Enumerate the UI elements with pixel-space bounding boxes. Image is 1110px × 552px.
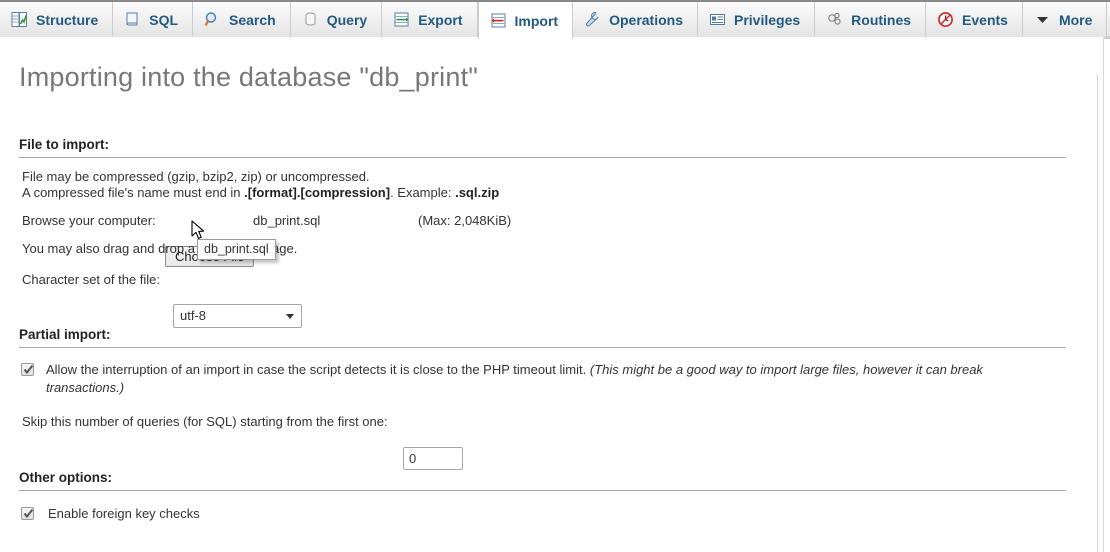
- import-content: Importing into the database "db_print" F…: [0, 37, 1104, 552]
- tab-import-label: Import: [514, 12, 559, 29]
- tab-search[interactable]: Search: [193, 2, 291, 37]
- file-section-divider: [19, 157, 1066, 158]
- tab-events-label: Events: [962, 11, 1008, 28]
- tab-operations[interactable]: Operations: [573, 2, 698, 37]
- tab-routines-label: Routines: [851, 11, 912, 28]
- tab-more[interactable]: More: [1022, 2, 1108, 37]
- charset-select-value: utf-8: [180, 308, 207, 323]
- operations-icon: [584, 11, 601, 28]
- structure-icon: [11, 11, 28, 28]
- note2-part-a: A compressed file's name must end in: [22, 185, 245, 200]
- import-icon: [490, 12, 507, 29]
- tab-routines[interactable]: Routines: [815, 2, 927, 37]
- routines-icon: [826, 11, 843, 28]
- query-icon: [302, 11, 319, 28]
- tab-more-label: More: [1058, 11, 1093, 28]
- page-right-edge: [1097, 74, 1098, 552]
- tab-operations-label: Operations: [609, 11, 683, 28]
- foreign-key-checks-checkbox[interactable]: [21, 507, 34, 520]
- tab-search-label: Search: [229, 11, 276, 28]
- tab-structure-label: Structure: [36, 11, 99, 28]
- tab-export-label: Export: [418, 11, 463, 28]
- compression-note-line1: File may be compressed (gzip, bzip2, zip…: [22, 169, 370, 184]
- page-title: Importing into the database "db_print": [19, 62, 479, 92]
- other-section-divider: [19, 490, 1066, 491]
- allow-interrupt-checkbox[interactable]: [21, 363, 34, 376]
- dragdrop-hint-after: age.: [272, 241, 298, 256]
- other-options-legend: Other options:: [19, 470, 112, 485]
- checkmark-icon: [23, 508, 34, 519]
- sql-icon: [124, 11, 141, 28]
- browse-label: Browse your computer:: [22, 213, 156, 228]
- allow-interrupt-label: Allow the interruption of an import in c…: [46, 362, 587, 377]
- main-tab-bar: Structure SQL Search Query Export Import…: [0, 0, 1110, 39]
- partial-import-legend: Partial import:: [19, 327, 111, 342]
- file-to-import-legend: File to import:: [19, 137, 109, 152]
- charset-select[interactable]: utf-8: [173, 304, 302, 328]
- skip-queries-input[interactable]: [403, 447, 463, 470]
- tab-events[interactable]: Events: [926, 2, 1023, 37]
- foreign-key-checks-label: Enable foreign key checks: [48, 506, 200, 521]
- chevron-down-icon: [1034, 11, 1051, 28]
- compression-note-line2: A compressed file's name must end in .[f…: [22, 185, 499, 200]
- note2-example-token: .sql.zip: [455, 185, 500, 200]
- tab-export[interactable]: Export: [382, 2, 478, 37]
- max-upload-size: (Max: 2,048KiB): [418, 213, 512, 228]
- skip-queries-label: Skip this number of queries (for SQL) st…: [22, 414, 388, 429]
- search-icon: [204, 11, 221, 28]
- allow-interrupt-label-block: Allow the interruption of an import in c…: [46, 361, 1056, 397]
- file-name-tooltip: db_print.sql: [197, 239, 276, 260]
- chevron-down-icon: [286, 314, 294, 319]
- tab-import[interactable]: Import: [477, 2, 574, 39]
- tab-structure[interactable]: Structure: [0, 2, 114, 37]
- tab-query[interactable]: Query: [290, 2, 383, 37]
- charset-label: Character set of the file:: [22, 272, 161, 287]
- tab-query-label: Query: [326, 11, 368, 28]
- export-icon: [393, 11, 410, 28]
- selected-file-name: db_print.sql: [253, 213, 321, 228]
- checkmark-icon: [23, 364, 34, 375]
- privileges-icon: [709, 11, 726, 28]
- tab-privileges[interactable]: Privileges: [698, 2, 816, 37]
- partial-section-divider: [19, 347, 1066, 348]
- note2-part-c: . Example:: [390, 185, 456, 200]
- tab-sql-label: SQL: [149, 11, 179, 28]
- tab-sql[interactable]: SQL: [113, 2, 194, 37]
- tab-privileges-label: Privileges: [734, 11, 801, 28]
- dragdrop-hint-before: You may also drag and drop a: [22, 241, 195, 256]
- phpmyadmin-import-page: Structure SQL Search Query Export Import…: [0, 0, 1110, 552]
- events-icon: [937, 11, 954, 28]
- note2-format-token: .[format].[compression]: [244, 185, 391, 200]
